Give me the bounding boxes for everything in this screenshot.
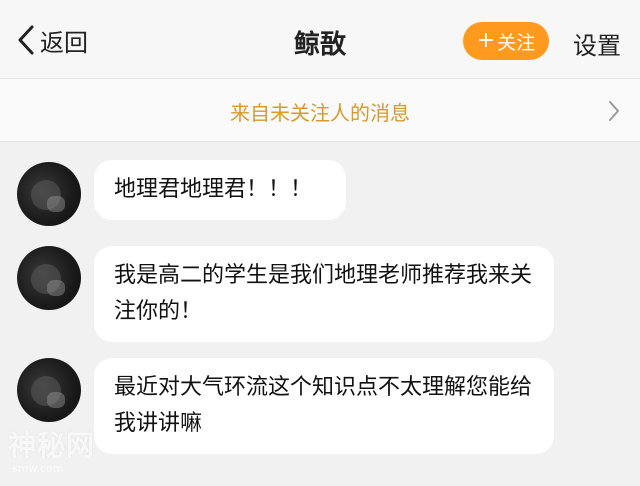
banner-text: 来自未关注人的消息 — [230, 101, 410, 125]
message-bubble: 最近对大气环流这个知识点不太理解您能给我讲讲嘛 — [94, 358, 554, 454]
chevron-right-icon — [609, 101, 619, 121]
watermark-logo: 神秘网 — [8, 429, 96, 462]
avatar[interactable] — [17, 246, 81, 310]
watermark-subtext: smw.com — [12, 462, 64, 475]
avatar[interactable] — [17, 162, 81, 226]
nav-header: 返回 鲸敔 + 关注 设置 — [0, 0, 640, 78]
message-bubble: 地理君地理君！！！ — [94, 160, 346, 220]
follow-button[interactable]: + 关注 — [463, 22, 549, 60]
plus-icon: + — [476, 28, 496, 53]
avatar[interactable] — [17, 358, 81, 422]
follow-label: 关注 — [497, 31, 536, 54]
settings-button[interactable]: 设置 — [573, 26, 621, 61]
message-bubble: 我是高二的学生是我们地理老师推荐我来关注你的！ — [94, 246, 554, 342]
unfollowed-messages-banner[interactable]: 来自未关注人的消息 — [0, 78, 640, 142]
